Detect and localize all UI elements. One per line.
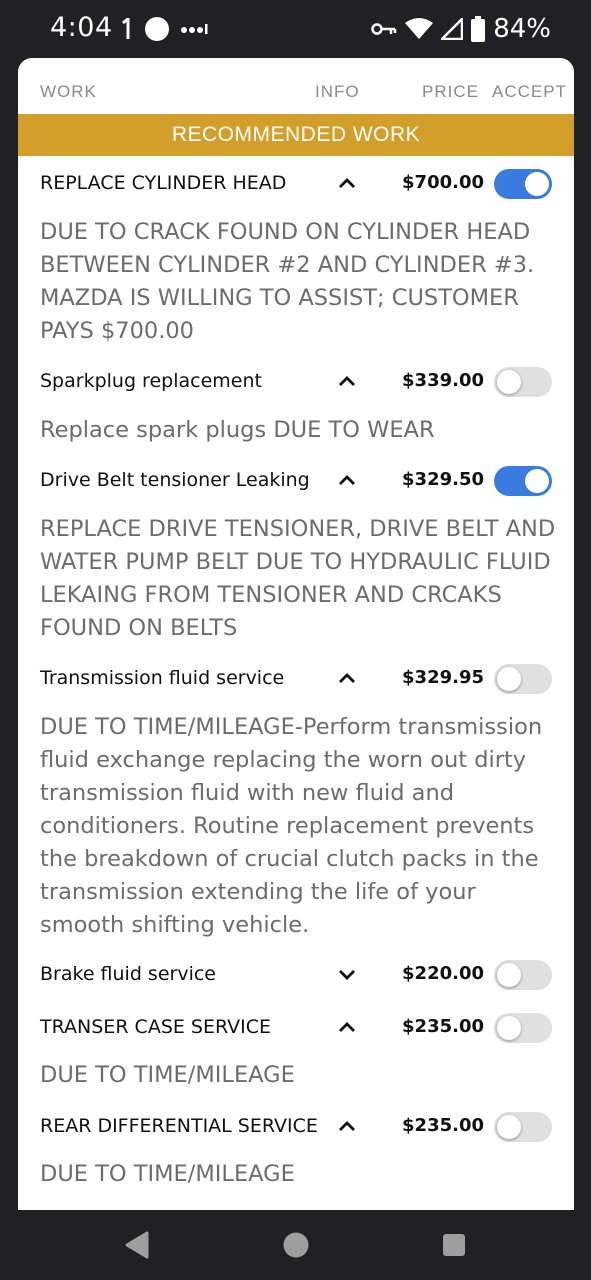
accept-toggle[interactable] xyxy=(494,169,552,199)
column-info: INFO xyxy=(315,82,360,101)
accept-toggle[interactable] xyxy=(494,367,552,397)
notification-dot-icon xyxy=(145,17,169,41)
work-item-description: DUE TO TIME/MILEAGE xyxy=(40,1161,295,1187)
chevron-up-icon[interactable] xyxy=(334,665,360,691)
work-item-price: $700.00 xyxy=(402,172,484,193)
work-item-title: REAR DIFFERENTIAL SERVICE xyxy=(40,1115,318,1137)
data-transfer-icon xyxy=(122,18,130,39)
accept-toggle[interactable] xyxy=(494,1112,552,1142)
work-item-price: $235.00 xyxy=(402,1016,484,1037)
chevron-up-icon[interactable] xyxy=(334,467,360,493)
chevron-up-icon[interactable] xyxy=(334,368,360,394)
work-item-price: $220.00 xyxy=(402,963,484,984)
accept-toggle[interactable] xyxy=(494,960,552,990)
work-item-row: Sparkplug replacement $339.00 xyxy=(18,362,574,402)
column-header: WORK INFO PRICE ACCEPT xyxy=(18,58,574,114)
status-notification-icons xyxy=(120,16,208,42)
work-item-price: $339.00 xyxy=(402,370,484,391)
recommended-work-banner: RECOMMENDED WORK xyxy=(18,114,574,156)
battery-percentage: 84% xyxy=(493,14,551,44)
work-item-price: $329.95 xyxy=(402,667,484,688)
accept-toggle[interactable] xyxy=(494,466,552,496)
work-item-row: Transmission fluid service $329.95 xyxy=(18,659,574,699)
toggle-knob xyxy=(497,370,521,394)
toggle-knob xyxy=(497,963,521,987)
wifi-icon xyxy=(405,18,434,39)
work-item-description: REPLACE DRIVE TENSIONER, DRIVE BELT AND … xyxy=(40,516,556,641)
cell-signal-icon xyxy=(441,18,464,40)
work-item-row: TRANSER CASE SERVICE $235.00 xyxy=(18,1008,574,1048)
work-item-row: REPLACE CYLINDER HEAD $700.00 xyxy=(18,164,574,204)
back-icon[interactable] xyxy=(124,1230,150,1260)
work-item-description: DUE TO CRACK FOUND ON CYLINDER HEAD BETW… xyxy=(40,219,535,344)
accept-toggle[interactable] xyxy=(494,1013,552,1043)
accept-toggle[interactable] xyxy=(494,664,552,694)
work-item-description: DUE TO TIME/MILEAGE-Perform transmission… xyxy=(40,714,543,938)
battery-icon xyxy=(471,16,486,42)
chevron-up-icon[interactable] xyxy=(334,1014,360,1040)
toggle-knob xyxy=(525,469,549,493)
toggle-knob xyxy=(497,667,521,691)
toggle-knob xyxy=(497,1016,521,1040)
work-item-title: Brake fluid service xyxy=(40,963,216,985)
vpn-key-icon xyxy=(371,23,397,35)
work-item-price: $235.00 xyxy=(402,1115,484,1136)
toggle-knob xyxy=(525,172,549,196)
work-list-card: WORK INFO PRICE ACCEPT RECOMMENDED WORK … xyxy=(18,58,574,1210)
work-item-title: Drive Belt tensioner Leaking xyxy=(40,469,310,491)
chevron-up-icon[interactable] xyxy=(334,170,360,196)
work-item-description: DUE TO TIME/MILEAGE xyxy=(40,1062,295,1088)
work-item-price: $329.50 xyxy=(402,469,484,490)
work-item-title: Sparkplug replacement xyxy=(40,370,262,392)
column-accept: ACCEPT xyxy=(492,82,567,101)
work-item-row: Brake fluid service $220.00 xyxy=(18,955,574,995)
chevron-up-icon[interactable] xyxy=(334,1113,360,1139)
home-icon[interactable] xyxy=(282,1230,310,1260)
column-price: PRICE xyxy=(422,82,479,101)
status-time: 4:04 xyxy=(50,12,113,43)
work-item-description: Replace spark plugs DUE TO WEAR xyxy=(40,417,435,443)
work-item-title: Transmission fluid service xyxy=(40,667,285,689)
status-system-icons: 84% xyxy=(371,14,551,44)
more-notifications-icon xyxy=(181,24,208,34)
chevron-down-icon[interactable] xyxy=(334,961,360,987)
toggle-knob xyxy=(497,1115,521,1139)
status-bar: 4:04 84% xyxy=(0,0,591,58)
work-item-row: Drive Belt tensioner Leaking $329.50 xyxy=(18,461,574,501)
work-item-title: REPLACE CYLINDER HEAD xyxy=(40,172,287,194)
column-work: WORK xyxy=(40,82,97,101)
work-item-title: TRANSER CASE SERVICE xyxy=(40,1016,272,1038)
navigation-bar xyxy=(0,1210,591,1280)
recents-icon[interactable] xyxy=(442,1230,466,1260)
work-item-row: REAR DIFFERENTIAL SERVICE $235.00 xyxy=(18,1107,574,1147)
